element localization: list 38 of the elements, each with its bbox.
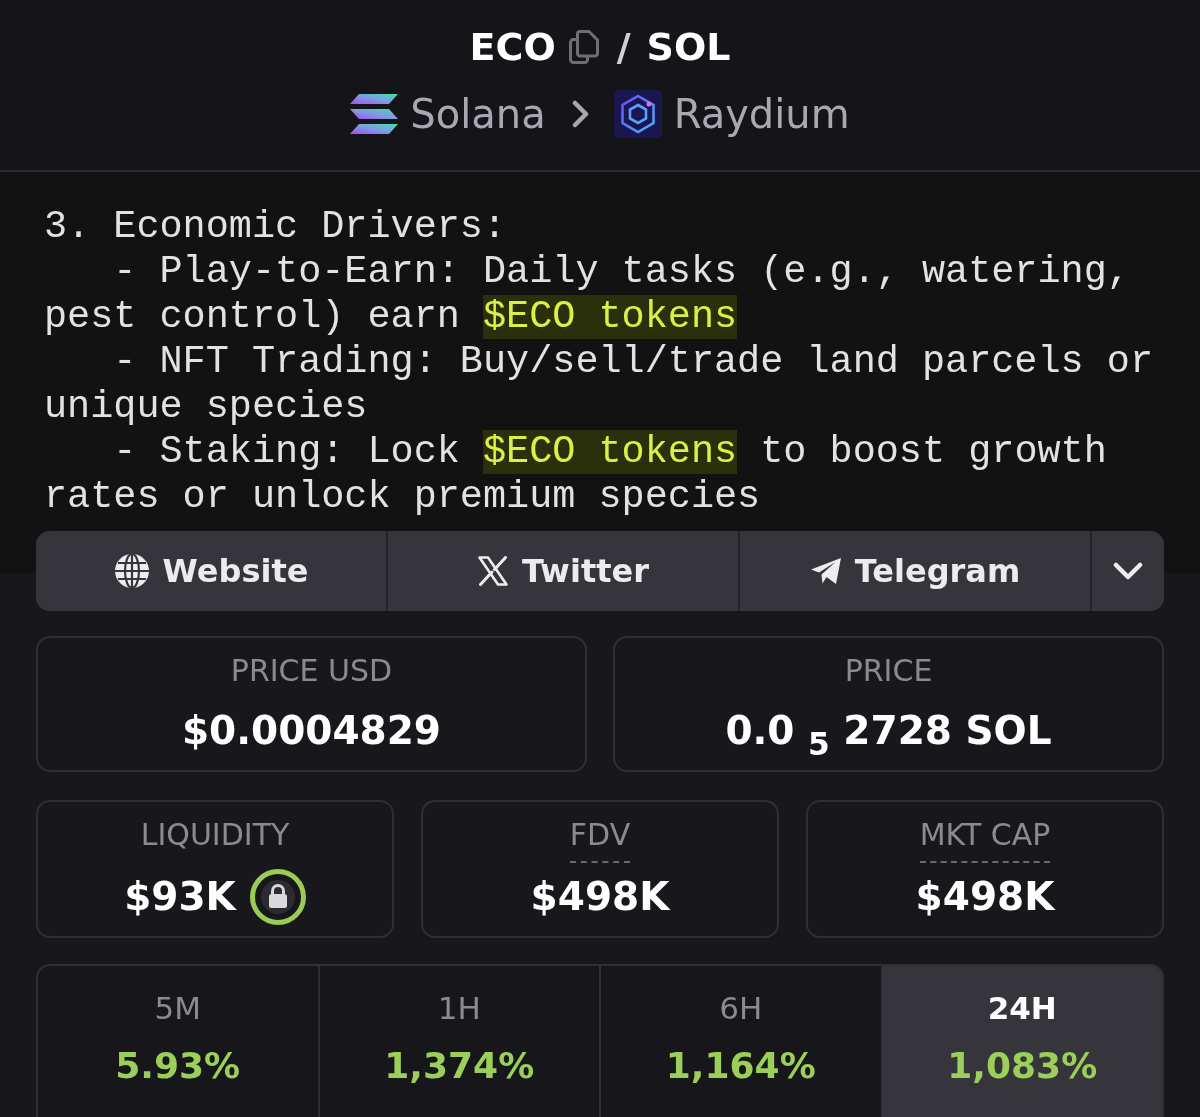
stat-value: $0.0004829 xyxy=(181,707,441,755)
link-button[interactable]: Website xyxy=(36,531,386,611)
copy-icon[interactable] xyxy=(568,30,599,64)
x-logo-icon xyxy=(477,556,510,586)
stat-label: FDV xyxy=(569,817,631,863)
more-links-button[interactable] xyxy=(1092,531,1164,611)
chain-logo-icon xyxy=(350,94,399,134)
stat-value: $498K xyxy=(530,873,670,921)
stat-label: PRICE USD xyxy=(230,653,393,689)
banner-text-line: pest control) earn $ECO tokens xyxy=(44,295,738,340)
dex-logo-icon xyxy=(613,90,662,138)
stat-value: $93K xyxy=(124,873,236,921)
banner-text-line: - Staking: Lock $ECO tokens to boost growth xyxy=(112,430,1107,475)
dex-link[interactable]: Raydium xyxy=(613,88,850,140)
link-button[interactable]: Telegram xyxy=(740,531,1090,611)
link-button[interactable]: Twitter xyxy=(388,531,738,611)
banner-text-line: unique species xyxy=(44,385,368,430)
paper-plane-icon xyxy=(809,557,842,585)
banner-text-line: rates or unlock premium species xyxy=(44,475,761,520)
token-symbol: SOL xyxy=(646,24,731,71)
pair-separator: / xyxy=(616,24,631,71)
banner-text-line: - NFT Trading: Buy/sell/trade land parcels or xyxy=(112,340,1153,385)
period-tab[interactable]: 5M 5.93% xyxy=(38,966,318,1117)
period-tab[interactable]: 1H 1,374% xyxy=(319,966,599,1117)
banner-text-line: - Play-to-Earn: Daily tasks (e.g., watering, xyxy=(112,250,1130,295)
banner-text-line: 3. Economic Drivers: xyxy=(44,205,507,250)
stat-value: 0.0 $_{5}$ 2728 SOL xyxy=(725,707,1052,755)
globe-icon xyxy=(113,553,150,589)
chevron-right-icon xyxy=(571,100,590,128)
period-tab[interactable]: 6H 1,164% xyxy=(601,966,881,1117)
stat-value: $498K xyxy=(915,873,1055,921)
stat-label: LIQUIDITY xyxy=(140,817,290,854)
period-tab[interactable]: 24H 1,083% xyxy=(882,966,1162,1117)
stat-label: PRICE xyxy=(844,653,933,689)
chain-link[interactable]: Solana xyxy=(350,88,546,140)
token-symbol: ECO xyxy=(469,24,556,71)
chevron-down-icon xyxy=(1113,562,1143,580)
stat-label: MKT CAP xyxy=(919,817,1051,863)
